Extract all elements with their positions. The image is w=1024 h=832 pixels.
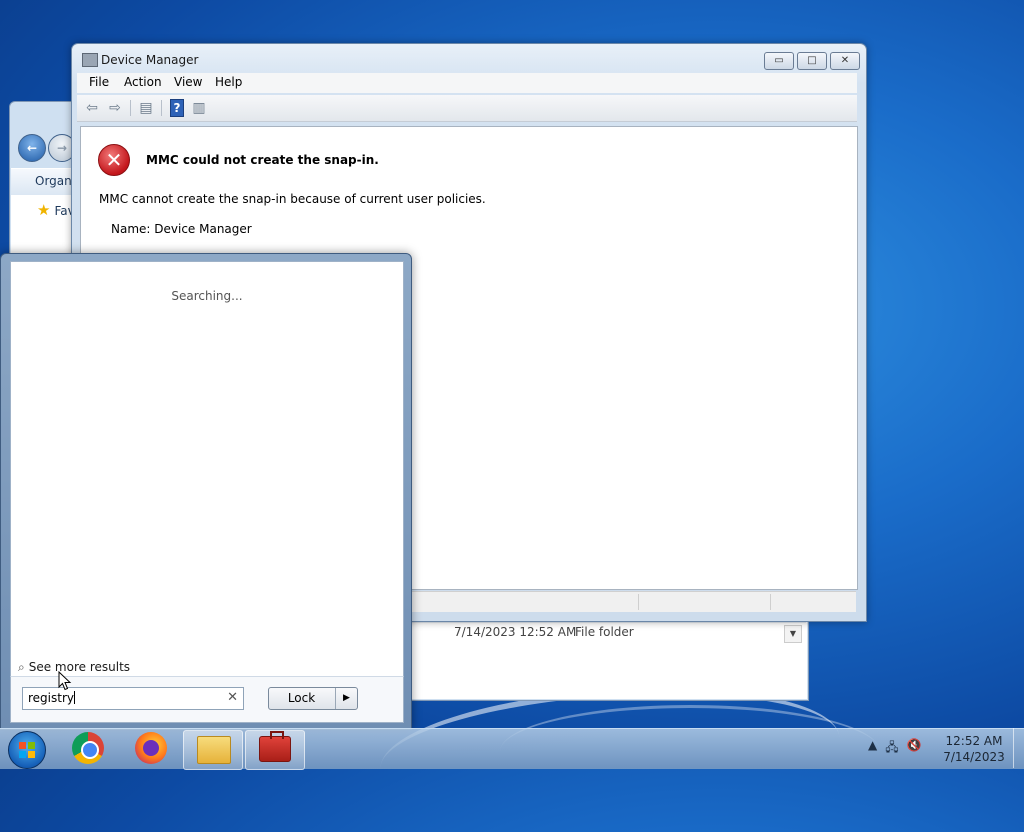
- searching-status: Searching...: [171, 289, 243, 303]
- toolbar-separator: [161, 100, 162, 116]
- window-controls: ▭ □ ✕: [764, 52, 860, 70]
- see-more-label: See more results: [28, 660, 131, 674]
- help-icon[interactable]: ?: [170, 99, 184, 117]
- error-icon: ✕: [98, 144, 130, 176]
- forward-arrow-icon[interactable]: ⇨: [106, 99, 124, 117]
- show-hidden-icons-icon[interactable]: ▲: [868, 738, 877, 759]
- system-tray: ▲ 🖧 🔇: [868, 738, 922, 759]
- close-button[interactable]: ✕: [830, 52, 860, 70]
- action-pane-icon[interactable]: ▥: [190, 99, 208, 117]
- lock-button[interactable]: Lock ▶: [268, 687, 358, 710]
- network-icon[interactable]: 🖧: [885, 738, 898, 759]
- start-button[interactable]: [8, 731, 46, 769]
- show-hide-tree-icon[interactable]: ▤: [137, 99, 155, 117]
- organize-button[interactable]: Organi: [35, 174, 75, 188]
- status-cell: [770, 594, 771, 610]
- favorites-item[interactable]: ★ Fav: [37, 201, 75, 219]
- error-message: MMC cannot create the snap-in because of…: [99, 192, 486, 206]
- toolbar-separator: [130, 100, 131, 116]
- menu-help[interactable]: Help: [215, 75, 242, 89]
- start-menu: Searching... ⌕ See more results registry …: [0, 253, 412, 730]
- search-results-pane: Searching... ⌕ See more results: [10, 261, 404, 677]
- mouse-cursor-icon: [58, 670, 72, 694]
- toolbar: ⇦ ⇨ ▤ ? ▥: [77, 95, 857, 122]
- menu-file[interactable]: File: [89, 75, 109, 89]
- row-type: File folder: [575, 625, 634, 639]
- device-manager-icon: [82, 53, 98, 67]
- chrome-icon[interactable]: [72, 732, 104, 764]
- folder-icon: [197, 736, 231, 764]
- lock-label: Lock: [287, 691, 316, 705]
- chevron-down-icon[interactable]: ▼: [784, 625, 802, 643]
- firefox-icon[interactable]: [135, 732, 167, 764]
- chevron-right-icon[interactable]: ▶: [335, 688, 357, 709]
- clock[interactable]: 12:52 AM 7/14/2023: [940, 733, 1008, 765]
- clock-date: 7/14/2023: [943, 750, 1005, 764]
- error-snapin-name: Name: Device Manager: [111, 222, 252, 236]
- volume-muted-icon[interactable]: 🔇: [907, 738, 922, 759]
- menu-action[interactable]: Action: [124, 75, 162, 89]
- see-more-results-link[interactable]: ⌕ See more results: [18, 660, 130, 675]
- row-date: 7/14/2023 12:52 AM: [454, 625, 577, 639]
- show-desktop-button[interactable]: [1013, 728, 1024, 768]
- text-caret: [74, 691, 75, 704]
- clear-search-icon[interactable]: ✕: [227, 690, 238, 705]
- menu-bar: File Action View Help: [77, 73, 857, 93]
- back-arrow-icon[interactable]: ⇦: [83, 99, 101, 117]
- search-input[interactable]: registry ✕: [22, 687, 244, 710]
- menu-view[interactable]: View: [174, 75, 202, 89]
- star-icon: ★: [37, 201, 51, 219]
- clock-time: 12:52 AM: [945, 734, 1003, 748]
- window-title: Device Manager: [101, 53, 199, 67]
- file-list-row[interactable]: 7/14/2023 12:52 AM File folder ▼: [410, 622, 806, 643]
- search-icon: ⌕: [18, 660, 25, 674]
- error-title: MMC could not create the snap-in.: [146, 153, 379, 167]
- status-cell: [638, 594, 639, 610]
- toolbox-icon: [259, 731, 291, 762]
- back-button[interactable]: ←: [18, 134, 46, 162]
- windows-logo-icon: [19, 742, 35, 758]
- minimize-button[interactable]: ▭: [764, 52, 794, 70]
- maximize-button[interactable]: □: [797, 52, 827, 70]
